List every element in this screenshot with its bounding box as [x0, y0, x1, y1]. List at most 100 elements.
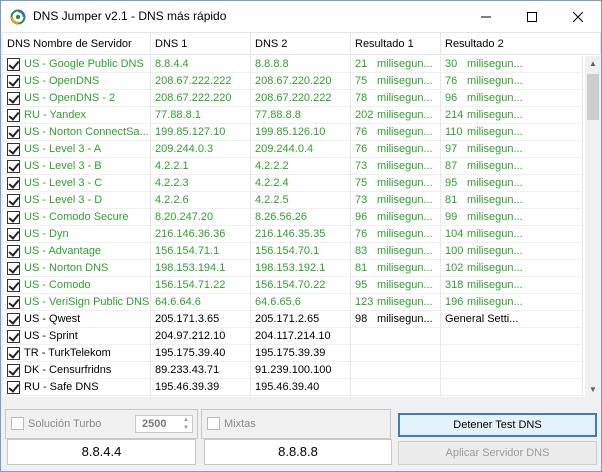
table-row[interactable]: TR - TurkTelekom 195.175.39.40 195.175.39.…: [3, 345, 583, 362]
server-name: US - Dyn: [24, 228, 69, 240]
table-row[interactable]: US - Norton DNS 198.153.194.1 198.153.192.…: [3, 260, 583, 277]
row-checkbox[interactable]: [7, 194, 20, 207]
row-checkbox[interactable]: [7, 296, 20, 309]
table-row[interactable]: US - Advantage 156.154.71.1 156.154.70.1 83…: [3, 243, 583, 260]
table-row[interactable]: US - OpenDNS 208.67.222.222 208.67.220.220…: [3, 73, 583, 90]
row-checkbox[interactable]: [7, 143, 20, 156]
server-name: RU - Safe DNS: [24, 381, 99, 393]
table-row[interactable]: US - Norton ConnectSa... 199.85.127.10 199…: [3, 124, 583, 141]
table-row[interactable]: US - Comodo Secure 8.20.247.20 8.26.56.26 9…: [3, 209, 583, 226]
row-checkbox[interactable]: [7, 330, 20, 343]
dns1-cell: 89.233.43.71: [151, 362, 251, 379]
row-checkbox[interactable]: [7, 228, 20, 241]
scrollbar-thumb[interactable]: [587, 74, 599, 120]
server-name: TR - TurkTelekom: [24, 347, 111, 359]
table-row[interactable]: US - Qwest 205.171.3.65 205.171.2.65 98 mili…: [3, 311, 583, 328]
row-checkbox[interactable]: [7, 109, 20, 122]
scroll-up-icon[interactable]: ▲: [585, 56, 601, 72]
mixtas-checkbox[interactable]: [207, 417, 220, 430]
table-row[interactable]: US - Level 3 - C 4.2.2.3 4.2.2.4 75 milisegu…: [3, 175, 583, 192]
result1-cell: 83 milisegun...: [351, 243, 441, 260]
table-row[interactable]: RU - Safe DNS 195.46.39.39 195.46.39.40: [3, 379, 583, 396]
result1-value: 78: [355, 92, 368, 104]
table-row[interactable]: US - Google Public DNS 8.8.4.4 8.8.8.8 21 mi…: [3, 56, 583, 73]
result1-unit: milisegun...: [377, 228, 433, 240]
row-checkbox[interactable]: [7, 177, 20, 190]
result1-value: 73: [355, 194, 368, 206]
row-checkbox[interactable]: [7, 160, 20, 173]
vertical-scrollbar[interactable]: ▲ ▼: [585, 56, 601, 397]
row-checkbox[interactable]: [7, 92, 20, 105]
close-button[interactable]: [555, 1, 601, 32]
table-row[interactable]: US - OpenDNS - 2 208.67.222.220 208.67.220…: [3, 90, 583, 107]
server-name: US - Comodo Secure: [24, 211, 129, 223]
result2-cell: [441, 328, 583, 345]
column-header-name[interactable]: DNS Nombre de Servidor: [3, 33, 151, 55]
dns1-cell: 156.154.71.22: [151, 277, 251, 294]
column-header-dns2[interactable]: DNS 2: [251, 33, 351, 55]
turbo-label: Solución Turbo: [28, 418, 102, 430]
result1-unit: milisegun...: [377, 58, 433, 70]
result2-value: [445, 379, 467, 396]
stop-test-button[interactable]: Detener Test DNS: [398, 413, 597, 437]
table-row[interactable]: US - Level 3 - D 4.2.2.6 4.2.2.5 73 milisegu…: [3, 192, 583, 209]
table-row[interactable]: US - Dyn 216.146.36.36 216.146.35.35 76 mili…: [3, 226, 583, 243]
dns2-cell: 208.67.220.222: [251, 90, 351, 107]
row-checkbox[interactable]: [7, 58, 20, 71]
table-row[interactable]: DK - Censurfridns 89.233.43.71 91.239.100.…: [3, 362, 583, 379]
dns1-cell: 4.2.2.6: [151, 192, 251, 209]
table-row[interactable]: US - Level 3 - A 209.244.0.3 209.244.0.4 76…: [3, 141, 583, 158]
dns1-cell: 64.6.64.6: [151, 294, 251, 311]
apply-dns-button[interactable]: Aplicar Servidor DNS: [398, 441, 597, 465]
row-checkbox[interactable]: [7, 279, 20, 292]
column-header-result1[interactable]: Resultado 1: [351, 33, 441, 55]
turbo-spinner[interactable]: 2500 ▲ ▼: [135, 415, 193, 433]
table-row[interactable]: US - Level 3 - B 4.2.2.1 4.2.2.2 73 milisegu…: [3, 158, 583, 175]
result1-unit: [377, 345, 440, 362]
dns2-cell: 64.6.65.6: [251, 294, 351, 311]
maximize-button[interactable]: [509, 1, 555, 32]
turbo-checkbox[interactable]: [11, 417, 24, 430]
result2-unit: milisegun...: [467, 177, 523, 189]
row-checkbox[interactable]: [7, 313, 20, 326]
row-checkbox[interactable]: [7, 347, 20, 360]
result1-cell: 95 milisegun...: [351, 277, 441, 294]
row-checkbox[interactable]: [7, 75, 20, 88]
dns2-cell: 198.153.192.1: [251, 260, 351, 277]
result2-value: 110: [445, 126, 463, 138]
table-header: DNS Nombre de Servidor DNS 1 DNS 2 Resul…: [3, 33, 601, 55]
result2-cell: 104 milisegun...: [441, 226, 583, 243]
dns1-cell: 4.2.2.1: [151, 158, 251, 175]
server-name-cell: US - Dyn: [3, 226, 151, 243]
row-checkbox[interactable]: [7, 126, 20, 139]
spin-down-icon[interactable]: ▼: [180, 424, 192, 432]
result1-unit: milisegun...: [377, 177, 433, 189]
result2-unit: milisegun...: [467, 58, 523, 70]
server-name-cell: US - OpenDNS: [3, 73, 151, 90]
scroll-down-icon[interactable]: ▼: [585, 382, 601, 397]
table-row[interactable]: RU - Yandex 77.88.8.1 77.88.8.8 202 milisegu…: [3, 107, 583, 124]
spin-up-icon[interactable]: ▲: [180, 416, 192, 424]
table-row[interactable]: US - Sprint 204.97.212.10 204.117.214.10: [3, 328, 583, 345]
row-checkbox[interactable]: [7, 245, 20, 258]
title-bar: DNS Jumper v2.1 - DNS más rápido: [1, 1, 601, 32]
column-header-result2[interactable]: Resultado 2: [441, 33, 601, 55]
result1-cell: 81 milisegun...: [351, 260, 441, 277]
server-name: US - Sprint: [24, 330, 78, 342]
result2-cell: [441, 362, 583, 379]
table-row[interactable]: US - VeriSign Public DNS 64.6.64.6 64.6.65…: [3, 294, 583, 311]
result2-unit: milisegun...: [467, 279, 523, 291]
server-name: US - Comodo: [24, 279, 91, 291]
table-row[interactable]: US - Comodo 156.154.71.22 156.154.70.22 95 m…: [3, 277, 583, 294]
result1-cell: [351, 379, 441, 396]
row-checkbox[interactable]: [7, 211, 20, 224]
row-checkbox[interactable]: [7, 364, 20, 377]
minimize-button[interactable]: [463, 1, 509, 32]
row-checkbox[interactable]: [7, 262, 20, 275]
result1-unit: milisegun...: [377, 313, 433, 325]
mixtas-label: Mixtas: [224, 418, 256, 430]
row-checkbox[interactable]: [7, 381, 20, 394]
result2-unit: milisegun...: [467, 262, 523, 274]
dns1-cell: 208.67.222.222: [151, 73, 251, 90]
column-header-dns1[interactable]: DNS 1: [151, 33, 251, 55]
